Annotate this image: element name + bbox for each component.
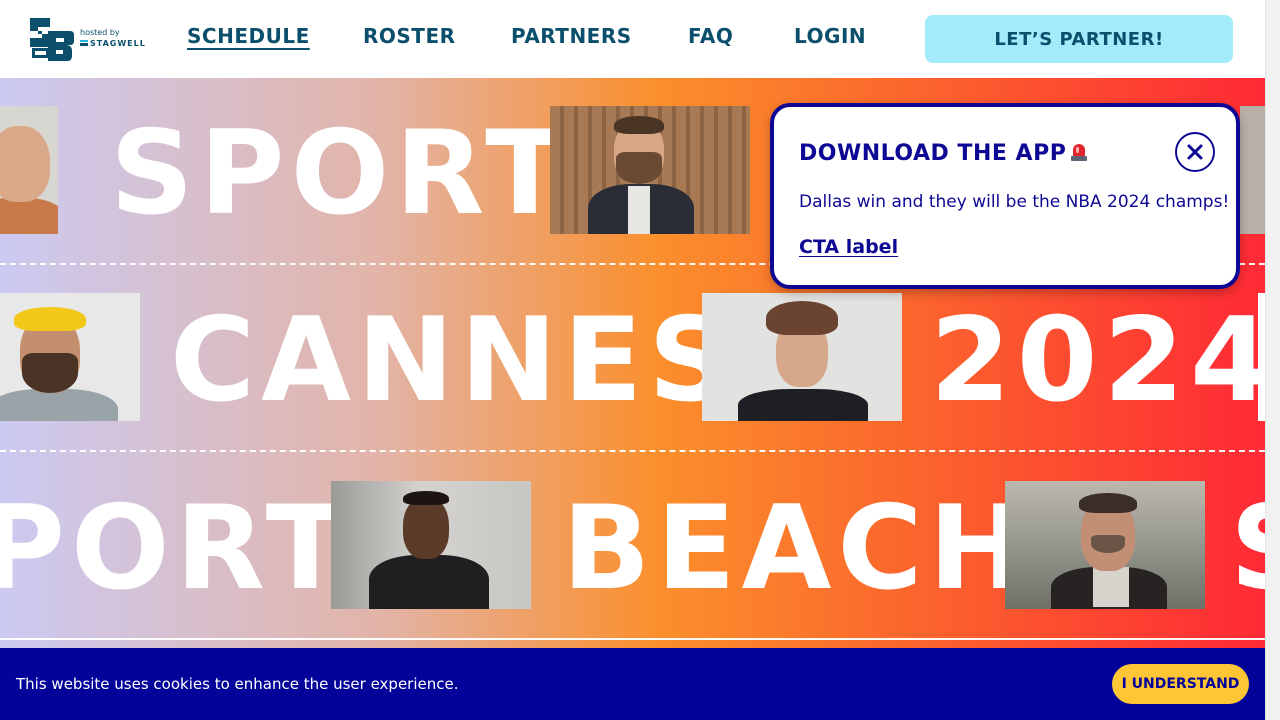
popup-cta-link[interactable]: CTA label [799, 235, 898, 259]
download-app-popup: DOWNLOAD THE APP Dallas win and they wil… [770, 103, 1240, 289]
hosted-by-label: hosted by [80, 28, 120, 37]
portrait-photo-edge [1240, 106, 1265, 234]
cookie-banner: This website uses cookies to enhance the… [0, 648, 1265, 720]
portrait-photo-black-shirt [331, 481, 531, 609]
stagwell-logo: STAGWELL [80, 40, 146, 48]
close-icon [1187, 144, 1203, 160]
portrait-photo-curly-hair [702, 293, 902, 421]
hero-frame-edge [1258, 293, 1265, 421]
site-header: hosted by STAGWELL SCHEDULE ROSTER PARTN… [0, 0, 1265, 78]
popup-title-text: DOWNLOAD THE APP [799, 141, 1067, 166]
popup-title: DOWNLOAD THE APP [799, 141, 1088, 167]
nav-faq[interactable]: FAQ [688, 24, 733, 48]
page-scrollbar[interactable] [1265, 0, 1280, 720]
stagwell-mark-icon [80, 40, 88, 46]
nav-partners[interactable]: PARTNERS [511, 24, 632, 48]
hero-word-beach: BEACH [562, 481, 1032, 616]
nav-schedule[interactable]: SCHEDULE [187, 24, 310, 48]
siren-icon [1070, 141, 1088, 162]
accept-cookies-button[interactable]: I UNDERSTAND [1112, 664, 1249, 704]
popup-message: Dallas win and they will be the NBA 2024… [799, 192, 1230, 212]
portrait-photo-coat [1005, 481, 1205, 609]
sport-beach-logo[interactable]: hosted by STAGWELL [26, 14, 148, 64]
popup-close-button[interactable] [1175, 132, 1215, 172]
row-divider [0, 638, 1265, 640]
hero-word-s: S [1230, 491, 1265, 607]
hero-word-cannes: CANNES [170, 293, 738, 428]
portrait-photo-suit [550, 106, 750, 234]
row-divider [0, 450, 1265, 452]
portrait-photo [0, 106, 58, 234]
hero-word-2024: 2024 [930, 293, 1265, 428]
lets-partner-button[interactable]: LET’S PARTNER! [925, 15, 1233, 63]
nav-roster[interactable]: ROSTER [363, 24, 456, 48]
portrait-photo-yellow-cap [0, 293, 140, 421]
cookie-message: This website uses cookies to enhance the… [16, 675, 459, 693]
sb-logo-icon [30, 18, 74, 61]
stagwell-wordmark: STAGWELL [90, 39, 146, 48]
nav-login[interactable]: LOGIN [794, 24, 866, 48]
hero-word-sport: SPORT [110, 106, 571, 241]
hero-word-port: PORT [0, 481, 351, 616]
